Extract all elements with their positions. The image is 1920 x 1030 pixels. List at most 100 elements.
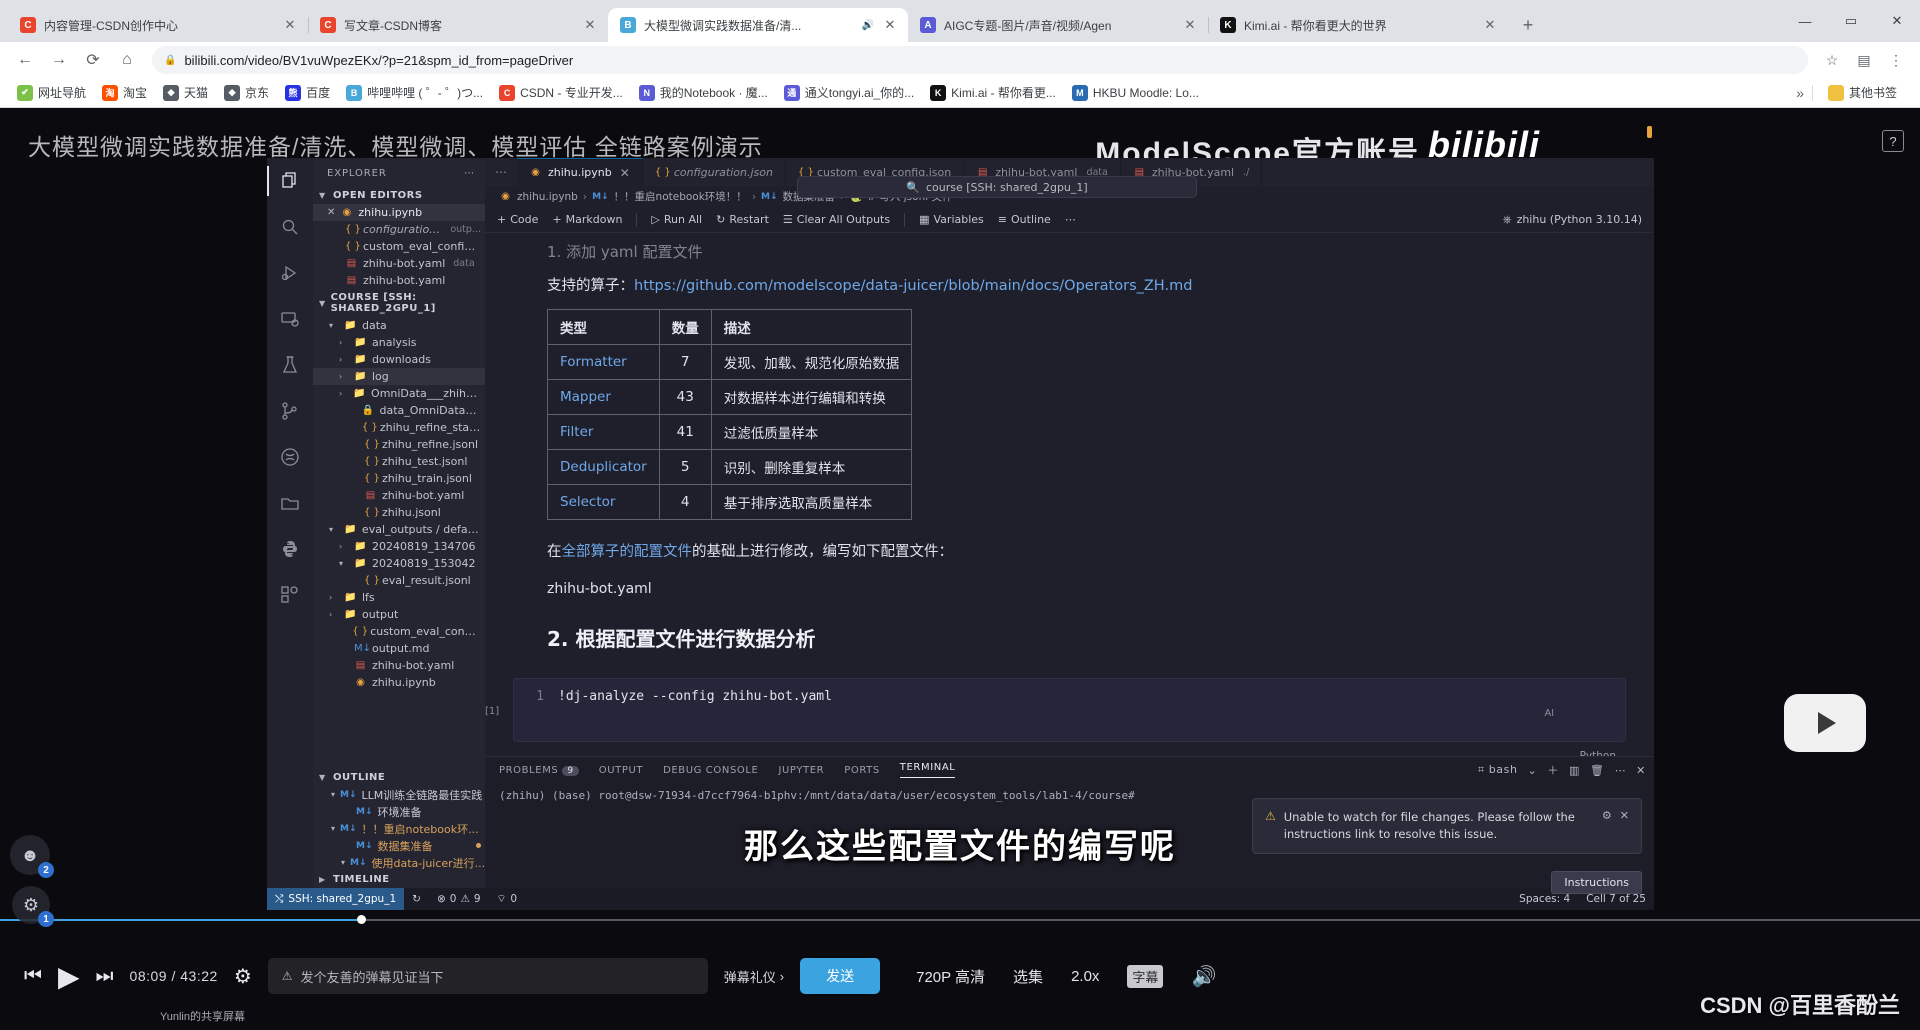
activity-run-debug-icon[interactable]: [277, 260, 303, 286]
config-file-link[interactable]: 全部算子的配置文件: [562, 544, 693, 560]
next-button[interactable]: ⏭: [96, 965, 114, 988]
breadcrumb-item-0[interactable]: zhihu.ipynb: [517, 191, 578, 203]
browser-tab-1[interactable]: C 写文章-CSDN博客 ✕: [308, 8, 609, 42]
bookmark-item[interactable]: 淘淘宝: [95, 82, 154, 103]
editor-tab-configuration-json[interactable]: { } configuration.json: [643, 158, 786, 186]
tab-close-button[interactable]: ✕: [582, 17, 598, 33]
chevron-right-icon[interactable]: ›: [329, 610, 339, 619]
file-tree-item[interactable]: ▾ 📁 data: [313, 317, 485, 334]
help-icon[interactable]: ?: [1882, 130, 1904, 152]
problems-status[interactable]: ⊗ 0 ⚠ 9: [429, 893, 489, 905]
video-player[interactable]: 大模型微调实践数据准备/清洗、模型微调、模型评估 全链路案例演示 ModelSc…: [0, 108, 1920, 1030]
bookmark-item[interactable]: 通通义tongyi.ai_你的...: [777, 82, 921, 103]
workspace-header[interactable]: ▼ COURSE [SSH: SHARED_2GPU_1]: [313, 289, 485, 317]
trash-icon[interactable]: 🗑: [1590, 764, 1605, 777]
indentation-status[interactable]: Spaces: 4: [1511, 893, 1578, 905]
toolbar-more-icon[interactable]: ⋯: [1065, 213, 1076, 226]
browser-tab-3[interactable]: A AIGC专题-图片/声音/视频/Agen ✕: [908, 8, 1209, 42]
subtitle-toggle-button[interactable]: 字幕: [1127, 964, 1164, 988]
remote-indicator[interactable]: ⤭ SSH: shared_2gpu_1: [267, 888, 405, 910]
file-tree-item[interactable]: { }zhihu_refine_stats.jsonl: [313, 419, 485, 436]
avatar-chip[interactable]: ☻ 2: [10, 835, 54, 878]
activity-python-icon[interactable]: [277, 536, 303, 562]
close-icon[interactable]: ✕: [327, 207, 335, 218]
file-tree-item[interactable]: { } zhihu_train.jsonl: [313, 470, 485, 487]
activity-extensions-icon[interactable]: [277, 582, 303, 608]
chevron-down-icon[interactable]: ▾: [339, 559, 349, 568]
chevron-right-icon[interactable]: ›: [339, 389, 348, 398]
open-editor-item[interactable]: ▤ zhihu-bot.yaml data: [313, 255, 485, 272]
browser-menu-icon[interactable]: ⋮: [1882, 45, 1910, 75]
outline-item[interactable]: ▾ M↓ 使用data-juicer进行...: [313, 854, 485, 871]
chevron-down-icon[interactable]: ▾: [331, 790, 335, 799]
open-editor-item[interactable]: { } configuration.json outp...: [313, 221, 485, 238]
settings-gear-icon[interactable]: ⚙: [234, 964, 252, 989]
back-button[interactable]: ←: [10, 45, 40, 75]
bookmark-item[interactable]: ◆ 京东: [217, 82, 276, 103]
forward-button[interactable]: →: [44, 45, 74, 75]
reload-button[interactable]: ⟳: [78, 45, 108, 75]
editor-tab-zhihu-ipynb[interactable]: ◉ zhihu.ipynb ✕: [517, 158, 643, 186]
chevron-down-icon[interactable]: ⌄: [1528, 764, 1538, 777]
panel-tab-ports[interactable]: PORTS: [844, 765, 880, 776]
browser-tab-2[interactable]: B 大模型微调实践数据准备/清... 🔊 ✕: [608, 8, 908, 42]
explorer-more-icon[interactable]: ⋯: [464, 168, 475, 179]
timeline-header[interactable]: ▶ TIMELINE: [313, 871, 485, 888]
operators-link[interactable]: https://github.com/modelscope/data-juice…: [634, 278, 1192, 294]
close-icon[interactable]: ✕: [620, 166, 630, 180]
chevron-right-icon[interactable]: ›: [339, 355, 349, 364]
add-markdown-cell-button[interactable]: + Markdown: [552, 213, 622, 226]
volume-icon[interactable]: 🔊: [1191, 964, 1216, 989]
window-maximize-button[interactable]: ▭: [1828, 0, 1874, 42]
file-tree-item[interactable]: ◉ zhihu.ipynb: [313, 674, 485, 691]
bookmark-item[interactable]: ◆ 天猫: [156, 82, 215, 103]
restart-kernel-button[interactable]: ↻ Restart: [716, 213, 769, 226]
activity-source-control-icon[interactable]: [277, 398, 303, 424]
panel-tab-debug-console[interactable]: DEBUG CONSOLE: [663, 765, 758, 776]
variables-button[interactable]: ▦ Variables: [919, 213, 984, 226]
danmu-etiquette-link[interactable]: 弹幕礼仪 ›: [724, 967, 784, 986]
file-tree-item[interactable]: ▾ 📁 eval_outputs / default: [313, 521, 485, 538]
file-tree-item[interactable]: › 📁 output: [313, 606, 485, 623]
panel-tab-jupyter[interactable]: JUPYTER: [778, 765, 824, 776]
browser-tab-4[interactable]: K Kimi.ai - 帮你看更大的世界 ✕: [1208, 8, 1508, 42]
bookmark-item[interactable]: ✔ 网址导航: [10, 82, 93, 103]
activity-jupyter-icon[interactable]: [277, 444, 303, 470]
quality-selector[interactable]: 720P 高清: [916, 966, 985, 987]
chevron-down-icon[interactable]: ▾: [341, 858, 345, 867]
run-all-button[interactable]: ▷ Run All: [651, 213, 702, 226]
split-icon[interactable]: ▥: [1569, 764, 1580, 777]
outline-item[interactable]: ▾ M↓ ！！重启notebook环...: [313, 820, 485, 837]
chevron-right-icon[interactable]: ›: [339, 338, 349, 347]
tab-close-button[interactable]: ✕: [1482, 17, 1498, 33]
file-tree-item[interactable]: { }custom_eval_config.json: [313, 623, 485, 640]
file-tree-item[interactable]: › 📁 analysis: [313, 334, 485, 351]
activity-search-icon[interactable]: [277, 214, 303, 240]
file-tree-item[interactable]: { } eval_result.jsonl: [313, 572, 485, 589]
file-tree-item[interactable]: M↓ output.md: [313, 640, 485, 657]
activity-folder-icon[interactable]: [277, 490, 303, 516]
activity-testing-icon[interactable]: [277, 352, 303, 378]
panel-tab-terminal[interactable]: TERMINAL: [899, 762, 956, 778]
terminal-shell-label[interactable]: ⌗ bash: [1478, 763, 1518, 777]
gear-icon[interactable]: ⚙: [1602, 809, 1612, 844]
window-close-button[interactable]: ✕: [1874, 0, 1920, 42]
file-tree-item[interactable]: › 📁 lfs: [313, 589, 485, 606]
add-code-cell-button[interactable]: + Code: [497, 213, 538, 226]
radio-status[interactable]: ⌔ 0: [489, 892, 526, 906]
file-tree-item[interactable]: 🔒 data_OmniData___zhih...: [313, 402, 485, 419]
file-tree-item[interactable]: ▤ zhihu-bot.yaml: [313, 487, 485, 504]
breadcrumb-item-1[interactable]: ！！重启notebook环境！！: [614, 189, 747, 204]
chevron-down-icon[interactable]: ▾: [329, 525, 339, 534]
previous-button[interactable]: ⏮: [24, 965, 42, 988]
instructions-button[interactable]: Instructions: [1551, 871, 1642, 894]
file-tree-item[interactable]: › 📁 downloads: [313, 351, 485, 368]
address-bar[interactable]: 🔒 bilibili.com/video/BV1vuWpezEKx/?p=21&…: [152, 46, 1808, 74]
youtube-style-play-button[interactable]: [1784, 694, 1866, 752]
window-minimize-button[interactable]: —: [1782, 0, 1828, 42]
new-tab-button[interactable]: +: [1514, 11, 1542, 39]
file-tree-item[interactable]: ▤ zhihu-bot.yaml: [313, 657, 485, 674]
playback-speed-button[interactable]: 2.0x: [1071, 968, 1099, 985]
tab-close-button[interactable]: ✕: [1182, 17, 1198, 33]
open-editor-item[interactable]: ✕ ◉ zhihu.ipynb: [313, 204, 485, 221]
